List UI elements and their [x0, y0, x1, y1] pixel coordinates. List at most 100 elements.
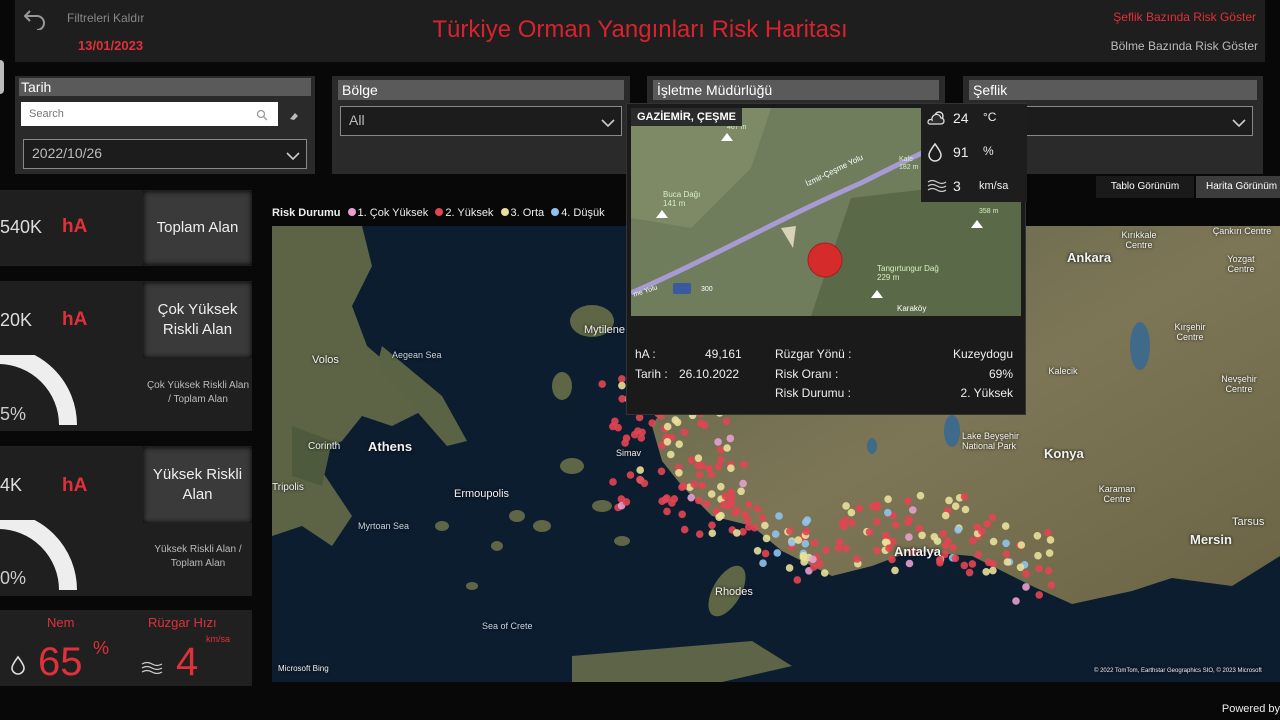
- risk-point[interactable]: [705, 464, 713, 473]
- risk-point[interactable]: [737, 487, 745, 496]
- risk-point[interactable]: [1022, 583, 1030, 591]
- risk-point[interactable]: [714, 438, 722, 446]
- risk-point[interactable]: [775, 512, 783, 520]
- seflik-dropdown[interactable]: [1023, 106, 1253, 136]
- risk-point[interactable]: [847, 508, 856, 517]
- risk-point[interactable]: [708, 529, 717, 537]
- risk-point[interactable]: [905, 559, 914, 568]
- risk-point[interactable]: [761, 549, 770, 558]
- risk-point[interactable]: [803, 516, 812, 524]
- risk-point[interactable]: [687, 456, 696, 464]
- risk-point[interactable]: [865, 528, 874, 536]
- risk-point[interactable]: [773, 549, 782, 557]
- risk-point[interactable]: [695, 470, 704, 479]
- risk-point[interactable]: [1035, 564, 1043, 573]
- risk-point[interactable]: [680, 525, 689, 534]
- risk-point[interactable]: [939, 530, 947, 538]
- risk-point[interactable]: [1001, 522, 1010, 530]
- risk-point[interactable]: [740, 460, 748, 469]
- risk-point[interactable]: [984, 558, 993, 567]
- risk-point[interactable]: [820, 569, 829, 577]
- risk-point[interactable]: [716, 446, 725, 454]
- risk-point[interactable]: [694, 454, 703, 462]
- risk-point[interactable]: [722, 417, 731, 426]
- risk-point[interactable]: [1046, 536, 1055, 544]
- risk-point[interactable]: [1017, 541, 1026, 549]
- risk-point[interactable]: [745, 500, 753, 509]
- risk-point[interactable]: [741, 510, 749, 519]
- risk-point[interactable]: [989, 566, 997, 575]
- risk-point[interactable]: [1002, 550, 1011, 558]
- risk-point[interactable]: [1033, 532, 1042, 540]
- risk-point[interactable]: [841, 516, 850, 525]
- risk-point[interactable]: [648, 419, 656, 427]
- legend-item-1[interactable]: 1. Çok Yüksek: [358, 207, 429, 219]
- risk-point[interactable]: [1045, 549, 1054, 557]
- risk-point[interactable]: [702, 500, 711, 508]
- risk-point[interactable]: [759, 559, 767, 567]
- risk-point[interactable]: [1016, 563, 1025, 572]
- risk-point[interactable]: [1034, 551, 1042, 560]
- risk-point[interactable]: [942, 541, 950, 550]
- risk-point[interactable]: [698, 481, 706, 490]
- risk-point[interactable]: [885, 544, 893, 552]
- risk-point[interactable]: [881, 531, 890, 540]
- risk-point[interactable]: [758, 514, 767, 522]
- risk-point[interactable]: [974, 550, 983, 559]
- risk-point[interactable]: [658, 497, 666, 506]
- risk-point[interactable]: [727, 464, 735, 472]
- risk-point[interactable]: [721, 492, 730, 501]
- risk-point[interactable]: [708, 521, 716, 529]
- risk-point[interactable]: [695, 496, 703, 505]
- risk-point[interactable]: [657, 467, 666, 476]
- risk-point[interactable]: [978, 527, 986, 536]
- risk-point[interactable]: [762, 534, 771, 543]
- risk-point[interactable]: [621, 439, 629, 447]
- risk-point[interactable]: [696, 419, 705, 428]
- risk-point[interactable]: [671, 416, 680, 424]
- risk-point[interactable]: [793, 576, 802, 584]
- risk-point[interactable]: [694, 461, 702, 470]
- risk-point[interactable]: [1022, 570, 1030, 578]
- risk-point[interactable]: [771, 530, 780, 538]
- risk-point[interactable]: [707, 490, 716, 498]
- risk-point[interactable]: [717, 482, 725, 491]
- risk-point[interactable]: [951, 502, 960, 511]
- risk-point[interactable]: [916, 491, 925, 500]
- map-view-button[interactable]: Harita Görünüm: [1196, 176, 1280, 198]
- risk-point[interactable]: [680, 428, 689, 436]
- table-view-button[interactable]: Tablo Görünüm: [1096, 176, 1194, 198]
- risk-point[interactable]: [941, 511, 950, 520]
- side-panel-handle[interactable]: [0, 60, 4, 94]
- risk-point[interactable]: [717, 511, 725, 520]
- eraser-icon[interactable]: [288, 109, 300, 121]
- risk-point[interactable]: [733, 529, 741, 537]
- risk-point[interactable]: [618, 375, 626, 383]
- risk-point[interactable]: [873, 517, 881, 526]
- risk-point[interactable]: [695, 530, 704, 538]
- risk-point[interactable]: [810, 563, 818, 571]
- risk-point[interactable]: [663, 422, 672, 431]
- risk-point[interactable]: [753, 505, 762, 513]
- risk-point[interactable]: [810, 539, 819, 547]
- risk-point[interactable]: [675, 469, 683, 477]
- risk-point[interactable]: [989, 537, 998, 546]
- risk-point[interactable]: [905, 533, 913, 541]
- risk-point[interactable]: [732, 506, 741, 515]
- toplam-alan-button[interactable]: Toplam Alan: [143, 191, 252, 265]
- risk-point[interactable]: [638, 428, 646, 437]
- legend-item-3[interactable]: 3. Orta: [511, 207, 545, 219]
- risk-point[interactable]: [988, 513, 997, 522]
- risk-point[interactable]: [915, 524, 924, 533]
- risk-point[interactable]: [1012, 597, 1020, 605]
- risk-point[interactable]: [965, 568, 974, 577]
- risk-point[interactable]: [945, 496, 953, 505]
- risk-point[interactable]: [626, 471, 635, 479]
- risk-point[interactable]: [723, 444, 731, 452]
- risk-point[interactable]: [622, 498, 631, 506]
- risk-point[interactable]: [675, 440, 683, 448]
- risk-point[interactable]: [835, 538, 844, 547]
- risk-point[interactable]: [614, 423, 622, 432]
- risk-point[interactable]: [788, 538, 796, 547]
- risk-point[interactable]: [961, 505, 970, 514]
